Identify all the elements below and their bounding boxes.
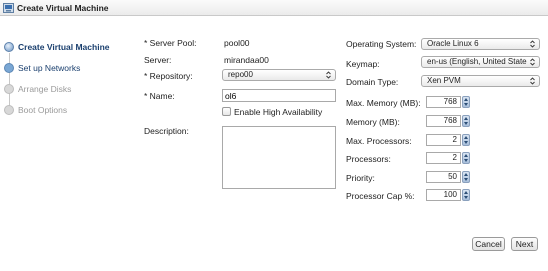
server-pool-value: pool00 [224, 38, 250, 48]
spinner-arrows-icon[interactable] [462, 171, 470, 183]
step-label: Boot Options [18, 105, 68, 115]
priority-label: Priority: [346, 173, 375, 183]
title-bar: Create Virtual Machine [0, 0, 548, 16]
updown-chevron-icon [530, 40, 535, 48]
vm-form: * Server Pool: pool00 Server: mirandaa00… [128, 16, 548, 271]
cancel-button[interactable]: Cancel [472, 237, 505, 251]
spinner-arrows-icon[interactable] [462, 96, 470, 108]
domain-type-label: Domain Type: [346, 77, 399, 87]
keymap-select[interactable]: en-us (English, United State [421, 56, 540, 68]
description-label: Description: [144, 126, 189, 136]
operating-system-label: Operating System: [346, 39, 417, 49]
memory-label: Memory (MB): [346, 117, 400, 127]
server-label: Server: [144, 55, 172, 65]
name-input[interactable] [222, 89, 336, 102]
operating-system-selected-value: Oracle Linux 6 [427, 39, 479, 48]
step-set-up-networks[interactable]: Set up Networks [4, 61, 128, 75]
step-indicator-icon [4, 105, 14, 115]
processors-label: Processors: [346, 154, 391, 164]
max-memory-value[interactable]: 768 [426, 96, 461, 108]
processor-cap-label: Processor Cap %: [346, 191, 415, 201]
priority-value[interactable]: 50 [426, 171, 461, 183]
max-memory-label: Max. Memory (MB): [346, 98, 421, 108]
memory-value[interactable]: 768 [426, 115, 461, 127]
step-label: Create Virtual Machine [18, 42, 110, 52]
next-button-label: Next [515, 239, 534, 249]
spinner-arrows-icon[interactable] [462, 189, 470, 201]
processors-value[interactable]: 2 [426, 152, 461, 164]
domain-type-selected-value: Xen PVM [427, 76, 461, 85]
description-textarea[interactable] [222, 126, 336, 189]
step-boot-options: Boot Options [4, 103, 128, 117]
high-availability-checkbox[interactable] [222, 107, 231, 116]
step-indicator-icon [4, 63, 14, 73]
wizard-steps: Create Virtual Machine Set up Networks A… [0, 16, 128, 271]
updown-chevron-icon [530, 58, 535, 66]
domain-type-select[interactable]: Xen PVM [421, 75, 540, 87]
repository-select[interactable]: repo00 [222, 69, 336, 81]
cancel-button-label: Cancel [475, 239, 502, 249]
processor-cap-value[interactable]: 100 [426, 189, 461, 201]
spinner-arrows-icon[interactable] [462, 134, 470, 146]
step-arrange-disks: Arrange Disks [4, 82, 128, 96]
spinner-arrows-icon[interactable] [462, 115, 470, 127]
keymap-label: Keymap: [346, 59, 380, 69]
spinner-arrows-icon[interactable] [462, 152, 470, 164]
repository-selected-value: repo00 [228, 70, 253, 79]
step-indicator-icon [4, 84, 14, 94]
updown-chevron-icon [530, 77, 535, 85]
server-value: mirandaa00 [224, 55, 269, 65]
server-pool-label: * Server Pool: [144, 38, 197, 48]
max-processors-label: Max. Processors: [346, 136, 412, 146]
step-label: Set up Networks [18, 63, 81, 73]
step-label: Arrange Disks [18, 84, 72, 94]
operating-system-select[interactable]: Oracle Linux 6 [421, 38, 540, 50]
updown-chevron-icon [326, 71, 331, 79]
vm-window-icon [3, 3, 14, 13]
max-processors-value[interactable]: 2 [426, 134, 461, 146]
repository-label: * Repository: [144, 71, 193, 81]
step-create-virtual-machine[interactable]: Create Virtual Machine [4, 40, 128, 54]
step-indicator-icon [4, 42, 14, 52]
keymap-selected-value: en-us (English, United State [427, 57, 527, 66]
window-title: Create Virtual Machine [17, 3, 109, 13]
name-label: * Name: [144, 91, 175, 101]
next-button[interactable]: Next [511, 237, 538, 251]
high-availability-label: Enable High Availability [234, 107, 323, 117]
